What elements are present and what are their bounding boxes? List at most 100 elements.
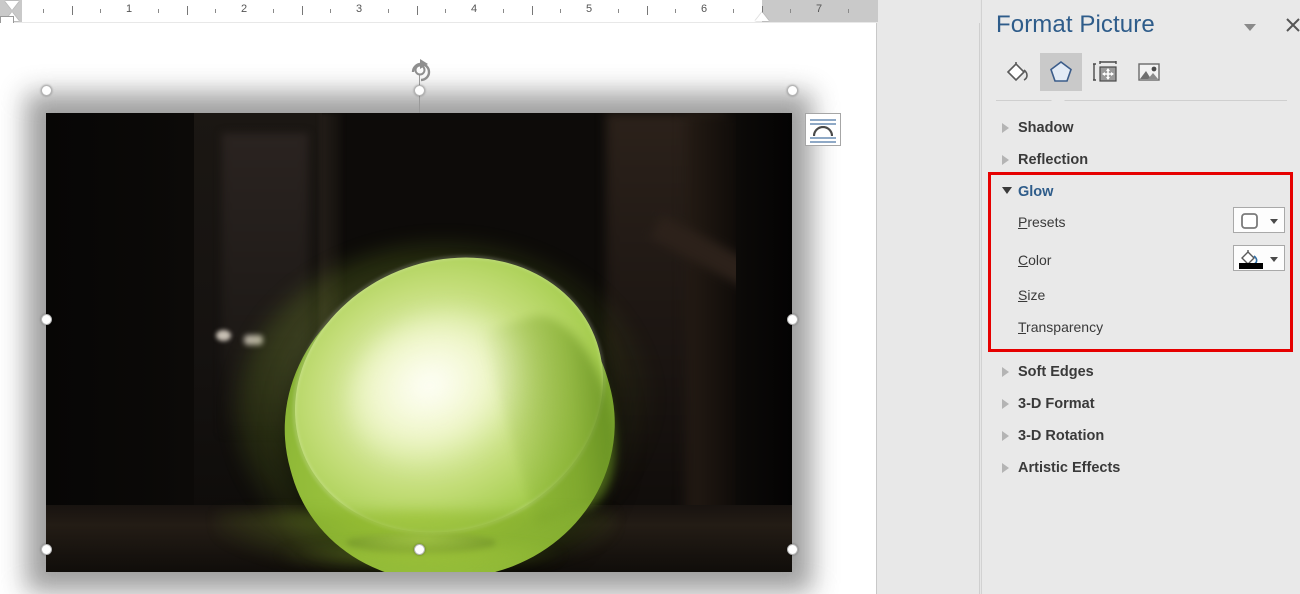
glow-presets-button[interactable] (1233, 207, 1285, 233)
page-background-gap (878, 23, 980, 594)
selected-picture-container[interactable] (26, 93, 812, 592)
chevron-right-icon (1002, 399, 1009, 409)
ruler-tick (157, 9, 159, 13)
horizontal-ruler[interactable]: 1 2 3 4 5 6 7 (0, 0, 980, 26)
resize-handle-middle-left[interactable] (41, 314, 52, 325)
section-3d-format-label: 3-D Format (1018, 396, 1095, 412)
layout-options-button[interactable] (805, 113, 841, 146)
rotate-handle-icon[interactable] (406, 56, 436, 84)
section-3d-rotation-label: 3-D Rotation (1018, 428, 1105, 444)
photo-right-shadow (736, 113, 792, 572)
ruler-tick (387, 9, 389, 13)
chevron-down-icon (1002, 187, 1012, 199)
tab-fill-and-line[interactable] (996, 53, 1038, 91)
right-indent-marker[interactable] (755, 12, 769, 21)
document-area: 1 2 3 4 5 6 7 (0, 0, 980, 594)
layout-size-icon (1093, 61, 1117, 82)
chevron-right-icon (1002, 367, 1009, 377)
photo-highlight-dot-1 (216, 330, 231, 341)
ruler-tick (186, 6, 188, 15)
chevron-down-icon (1270, 219, 1278, 224)
color-swatch (1239, 263, 1263, 269)
chevron-right-icon (1002, 155, 1009, 165)
ruler-tick (531, 6, 533, 15)
panel-title: Format Picture (996, 11, 1155, 38)
size-label: Size (1018, 287, 1046, 303)
resize-handle-top-center[interactable] (414, 85, 425, 96)
presets-label-rest: resets (1027, 214, 1066, 230)
paint-bucket-icon (1006, 62, 1028, 82)
ruler-tick (42, 9, 44, 13)
document-page[interactable] (0, 23, 877, 594)
color-label: Color (1018, 252, 1052, 268)
section-shadow[interactable]: Shadow (982, 112, 1300, 144)
section-glow[interactable]: Glow (982, 176, 1300, 208)
ruler-number: 7 (815, 3, 823, 15)
transparency-label-rest: ransparency (1026, 319, 1104, 335)
section-3d-rotation[interactable]: 3-D Rotation (982, 420, 1300, 452)
presets-label: Presets (1018, 214, 1066, 230)
section-reflection-label: Reflection (1018, 152, 1089, 168)
resize-handle-top-left[interactable] (41, 85, 52, 96)
close-icon (1286, 18, 1300, 32)
section-glow-label: Glow (1018, 184, 1054, 200)
section-artistic-effects[interactable]: Artistic Effects (982, 452, 1300, 484)
ruler-tick (560, 9, 562, 13)
ruler-tick (301, 6, 303, 15)
ruler-tick (732, 9, 734, 13)
ruler-number: 5 (585, 3, 593, 15)
chevron-right-icon (1002, 431, 1009, 441)
ruler-tick (502, 9, 504, 13)
ruler-tick (847, 9, 849, 13)
ruler-number: 1 (125, 3, 133, 15)
tab-size-and-properties[interactable] (1084, 53, 1126, 91)
section-3d-format[interactable]: 3-D Format (982, 388, 1300, 420)
section-artistic-effects-label: Artistic Effects (1018, 460, 1121, 476)
chevron-right-icon (1002, 123, 1009, 133)
ruler-tick (100, 9, 102, 13)
ruler-tick (790, 9, 792, 13)
word-document-window: 1234567 Format Picture Shadow Reflection… (0, 0, 1300, 594)
ruler-tick (646, 6, 648, 15)
color-label-rest: olor (1028, 252, 1052, 268)
resize-handle-bottom-right[interactable] (787, 544, 798, 555)
ruler-number: 2 (240, 3, 248, 15)
ruler-tick (272, 9, 274, 13)
section-soft-edges[interactable]: Soft Edges (982, 356, 1300, 388)
active-tab-pointer (1051, 94, 1065, 101)
ruler-tick (445, 9, 447, 13)
tab-picture[interactable] (1128, 53, 1170, 91)
resize-handle-bottom-center[interactable] (414, 544, 425, 555)
ruler-tick (675, 9, 677, 13)
tab-strip-divider (996, 100, 1287, 101)
photo-wall-left (46, 113, 194, 572)
ruler-tick (71, 6, 73, 15)
panel-close-button[interactable] (1285, 17, 1300, 33)
picture-image[interactable] (46, 113, 792, 572)
pentagon-effects-icon (1050, 61, 1072, 82)
chevron-right-icon (1002, 463, 1009, 473)
format-picture-panel: Format Picture Shadow Reflection Glow Pr… (981, 0, 1300, 594)
ruler-tick (215, 9, 217, 13)
first-line-indent-marker[interactable] (5, 1, 19, 10)
section-soft-edges-label: Soft Edges (1018, 364, 1094, 380)
section-shadow-label: Shadow (1018, 120, 1074, 136)
section-reflection[interactable]: Reflection (982, 144, 1300, 176)
picture-icon (1138, 63, 1160, 81)
resize-handle-middle-right[interactable] (787, 314, 798, 325)
panel-menu-button[interactable] (1240, 19, 1260, 35)
chevron-down-icon (1270, 257, 1278, 262)
glow-color-button[interactable] (1233, 245, 1285, 271)
ruler-tick (330, 9, 332, 13)
transparency-label: Transparency (1018, 319, 1104, 335)
ruler-tail (878, 0, 980, 22)
rounded-square-preset-icon (1241, 213, 1258, 229)
ruler-tick (416, 6, 418, 15)
ruler-number: 3 (355, 3, 363, 15)
ruler-tick (617, 9, 619, 13)
resize-handle-top-right[interactable] (787, 85, 798, 96)
resize-handle-bottom-left[interactable] (41, 544, 52, 555)
ruler-number: 4 (470, 3, 478, 15)
size-label-rest: ize (1027, 287, 1046, 303)
tab-effects[interactable] (1040, 53, 1082, 91)
